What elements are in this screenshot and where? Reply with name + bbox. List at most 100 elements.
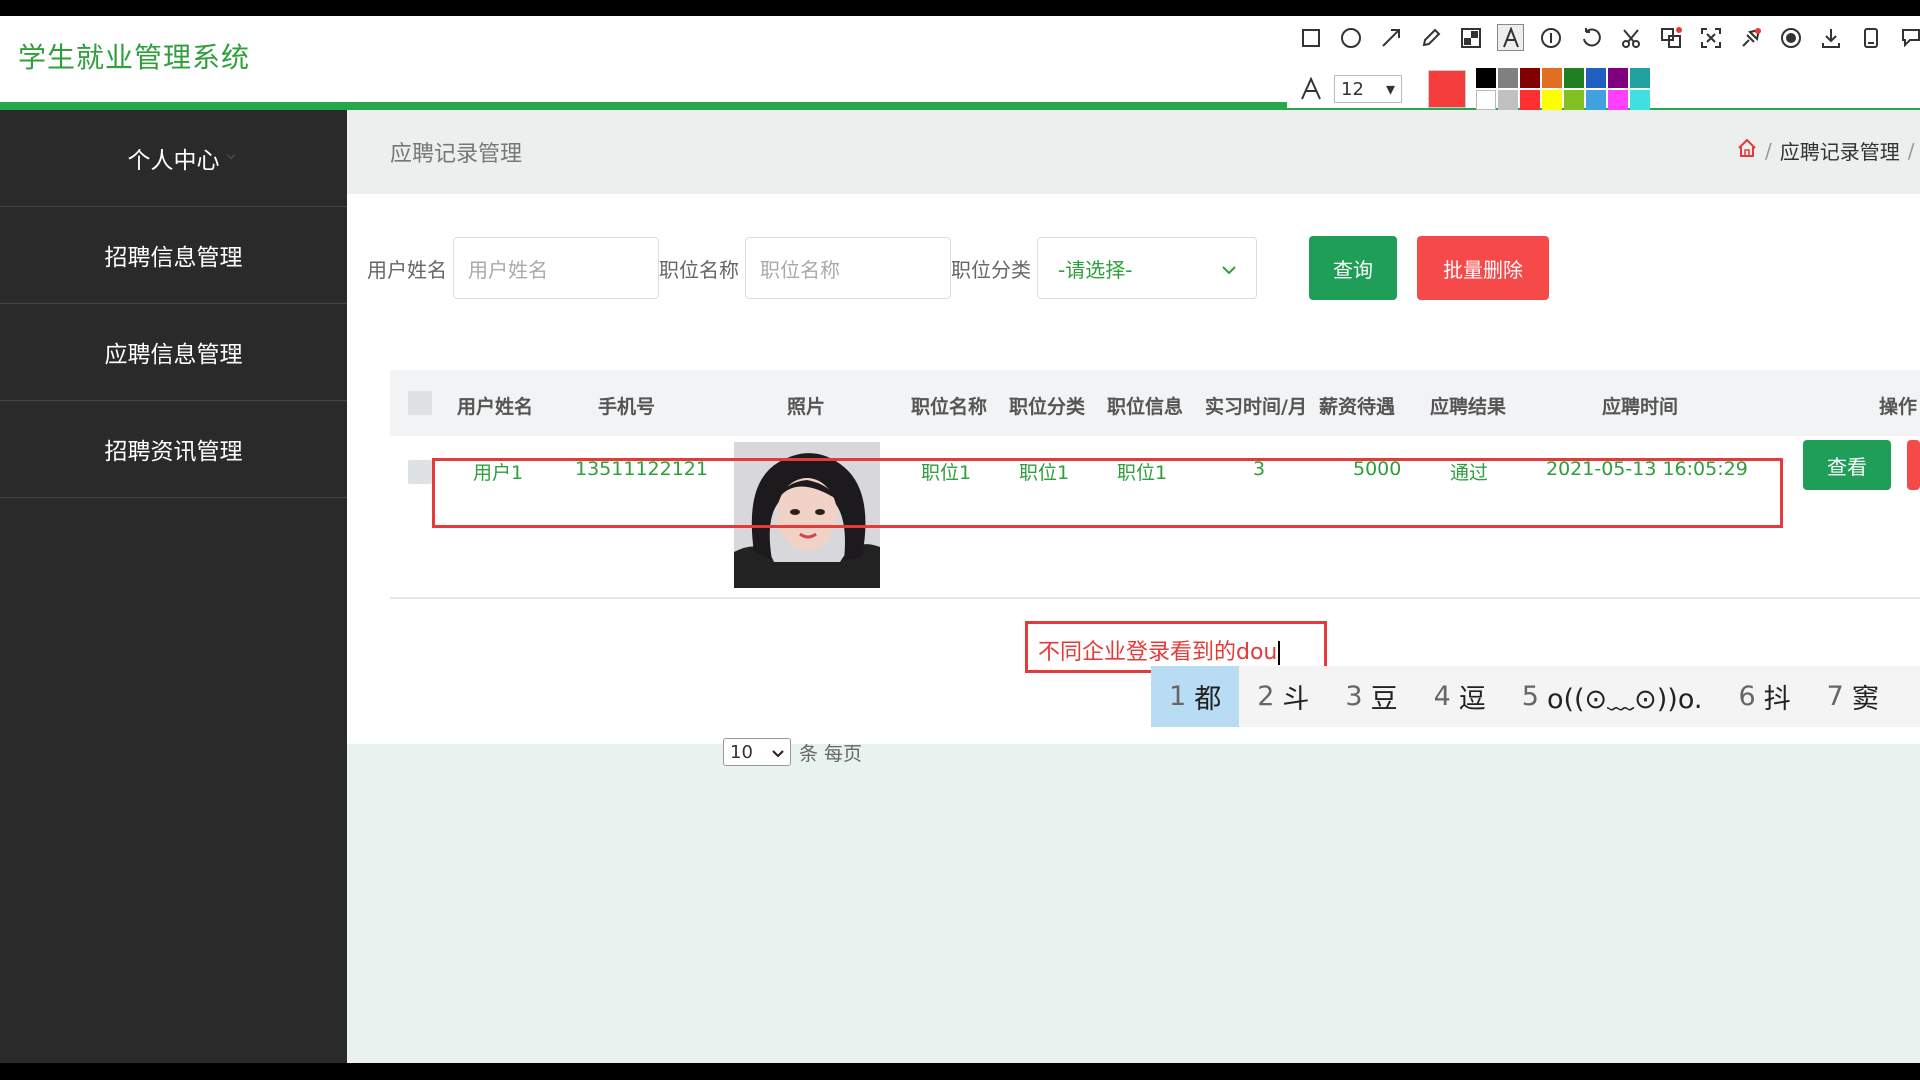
ime-candidate-text: 窦	[1851, 684, 1879, 715]
ime-candidate[interactable]: 2斗	[1239, 666, 1327, 727]
current-color-swatch[interactable]	[1428, 70, 1466, 108]
color-swatch[interactable]	[1586, 90, 1606, 110]
table-divider	[390, 597, 1920, 599]
view-button[interactable]: 查看	[1803, 440, 1891, 490]
sidebar-item-label: 个人中心	[127, 148, 220, 174]
row-checkbox[interactable]	[408, 460, 432, 484]
toolbar-tools	[1297, 24, 1920, 51]
ime-candidate-text: o((⊙﹏⊙))o.	[1546, 684, 1703, 715]
page-title: 应聘记录管理	[390, 142, 523, 167]
delete-button[interactable]	[1907, 440, 1920, 490]
position-label: 职位名称	[659, 257, 739, 282]
cut-icon[interactable]	[1617, 24, 1644, 51]
ime-candidate-text: 都	[1194, 684, 1222, 715]
batch-delete-button[interactable]: 批量删除	[1417, 236, 1549, 300]
number-icon[interactable]	[1537, 24, 1564, 51]
column-header: 职位名称	[911, 396, 988, 418]
color-swatch[interactable]	[1542, 90, 1562, 110]
column-header: 操作	[1879, 396, 1918, 418]
color-swatch[interactable]	[1520, 68, 1540, 88]
select-all-checkbox[interactable]	[408, 391, 432, 415]
category-select[interactable]: -请选择-	[1037, 237, 1257, 299]
ime-candidate-bar: 1都 2斗 3豆 4逗 5 o((⊙﹏⊙))o. 6抖 7窦	[1151, 666, 1920, 727]
annotation-highlight-box	[432, 458, 1783, 528]
save-icon[interactable]	[1857, 24, 1884, 51]
home-icon[interactable]	[1737, 138, 1757, 163]
undo-icon[interactable]	[1577, 24, 1604, 51]
ime-candidate-number: 6	[1738, 681, 1756, 712]
ime-candidate[interactable]: 6抖	[1720, 666, 1808, 727]
sidebar: 个人中心 招聘信息管理 应聘信息管理 招聘资讯管理	[0, 110, 347, 1063]
ime-candidate[interactable]: 7窦	[1809, 666, 1897, 727]
color-palette	[1476, 68, 1650, 110]
color-swatch[interactable]	[1542, 68, 1562, 88]
table-header: 用户姓名 手机号 照片 职位名称 职位分类 职位信息 实习时间/月 薪资待遇 应…	[390, 370, 1920, 436]
sidebar-item-job-posting[interactable]: 招聘信息管理	[0, 207, 347, 304]
color-swatch[interactable]	[1520, 90, 1540, 110]
ime-candidate-number: 2	[1257, 681, 1275, 712]
mosaic-icon[interactable]	[1457, 24, 1484, 51]
ime-candidate[interactable]: 4逗	[1416, 666, 1504, 727]
page-size-suffix: 条 每页	[799, 742, 863, 765]
color-swatch[interactable]	[1586, 68, 1606, 88]
pin-icon[interactable]	[1737, 24, 1764, 51]
ime-candidate-number: 5	[1521, 681, 1539, 712]
ime-candidate[interactable]: 3豆	[1327, 666, 1415, 727]
sidebar-item-application[interactable]: 应聘信息管理	[0, 304, 347, 401]
breadcrumb-item[interactable]: 应聘记录管理	[1780, 136, 1900, 165]
pagination: 10 条 每页	[723, 738, 862, 766]
color-swatch[interactable]	[1608, 68, 1628, 88]
username-label: 用户姓名	[367, 257, 447, 282]
page-header: 应聘记录管理 / 应聘记录管理 / 应	[347, 110, 1920, 194]
translate-icon[interactable]	[1657, 24, 1684, 51]
sidebar-item-label: 应聘信息管理	[104, 342, 243, 368]
color-swatch[interactable]	[1564, 68, 1584, 88]
color-swatch[interactable]	[1476, 90, 1496, 110]
position-input[interactable]: 职位名称	[745, 237, 951, 299]
font-icon	[1297, 76, 1324, 103]
column-header: 手机号	[598, 396, 656, 418]
font-size-select[interactable]: 12 ▾	[1334, 75, 1402, 103]
pencil-icon[interactable]	[1417, 24, 1444, 51]
column-header: 照片	[787, 396, 826, 418]
ime-candidate[interactable]: 1都	[1151, 666, 1240, 727]
sidebar-item-personal-center[interactable]: 个人中心	[0, 110, 347, 207]
color-swatch[interactable]	[1498, 90, 1518, 110]
arrow-icon[interactable]	[1377, 24, 1404, 51]
page-size-select[interactable]: 10	[723, 738, 791, 766]
column-header: 应聘时间	[1602, 396, 1679, 418]
fullscreen-icon[interactable]	[1697, 24, 1724, 51]
text-icon[interactable]	[1497, 24, 1524, 51]
color-swatch[interactable]	[1608, 90, 1628, 110]
sidebar-item-job-news[interactable]: 招聘资讯管理	[0, 401, 347, 498]
rectangle-icon[interactable]	[1297, 24, 1324, 51]
breadcrumb-separator: /	[1907, 138, 1915, 163]
column-header: 用户姓名	[457, 396, 534, 418]
ime-candidate-number: 3	[1345, 681, 1363, 712]
ime-candidate-number: 7	[1826, 681, 1844, 712]
color-swatch[interactable]	[1630, 90, 1650, 110]
annotation-text: 不同企业登录看到的dou	[1038, 640, 1278, 665]
ime-candidate-number: 1	[1169, 681, 1187, 712]
color-swatch[interactable]	[1564, 90, 1584, 110]
download-icon[interactable]	[1817, 24, 1844, 51]
breadcrumb: / 应聘记录管理 / 应	[1737, 136, 1920, 165]
ime-candidate[interactable]: 5 o((⊙﹏⊙))o.	[1504, 666, 1721, 727]
ellipse-icon[interactable]	[1337, 24, 1364, 51]
color-swatch[interactable]	[1498, 68, 1518, 88]
query-button[interactable]: 查询	[1309, 236, 1397, 300]
sidebar-item-label: 招聘信息管理	[104, 245, 243, 271]
screen-top-band	[0, 0, 1920, 16]
column-header: 职位信息	[1107, 396, 1184, 418]
screen-bottom-band	[0, 1063, 1920, 1080]
color-swatch[interactable]	[1630, 68, 1650, 88]
close-icon[interactable]	[1897, 24, 1920, 51]
category-select-value: -请选择-	[1058, 257, 1133, 282]
sidebar-item-label: 招聘资讯管理	[104, 439, 243, 465]
username-input[interactable]: 用户姓名	[453, 237, 659, 299]
color-swatch[interactable]	[1476, 68, 1496, 88]
triangle-down-icon: ▾	[1385, 78, 1395, 100]
record-icon[interactable]	[1777, 24, 1804, 51]
screenshot-toolbar: 12 ▾	[1287, 16, 1920, 110]
text-cursor	[1278, 641, 1281, 665]
